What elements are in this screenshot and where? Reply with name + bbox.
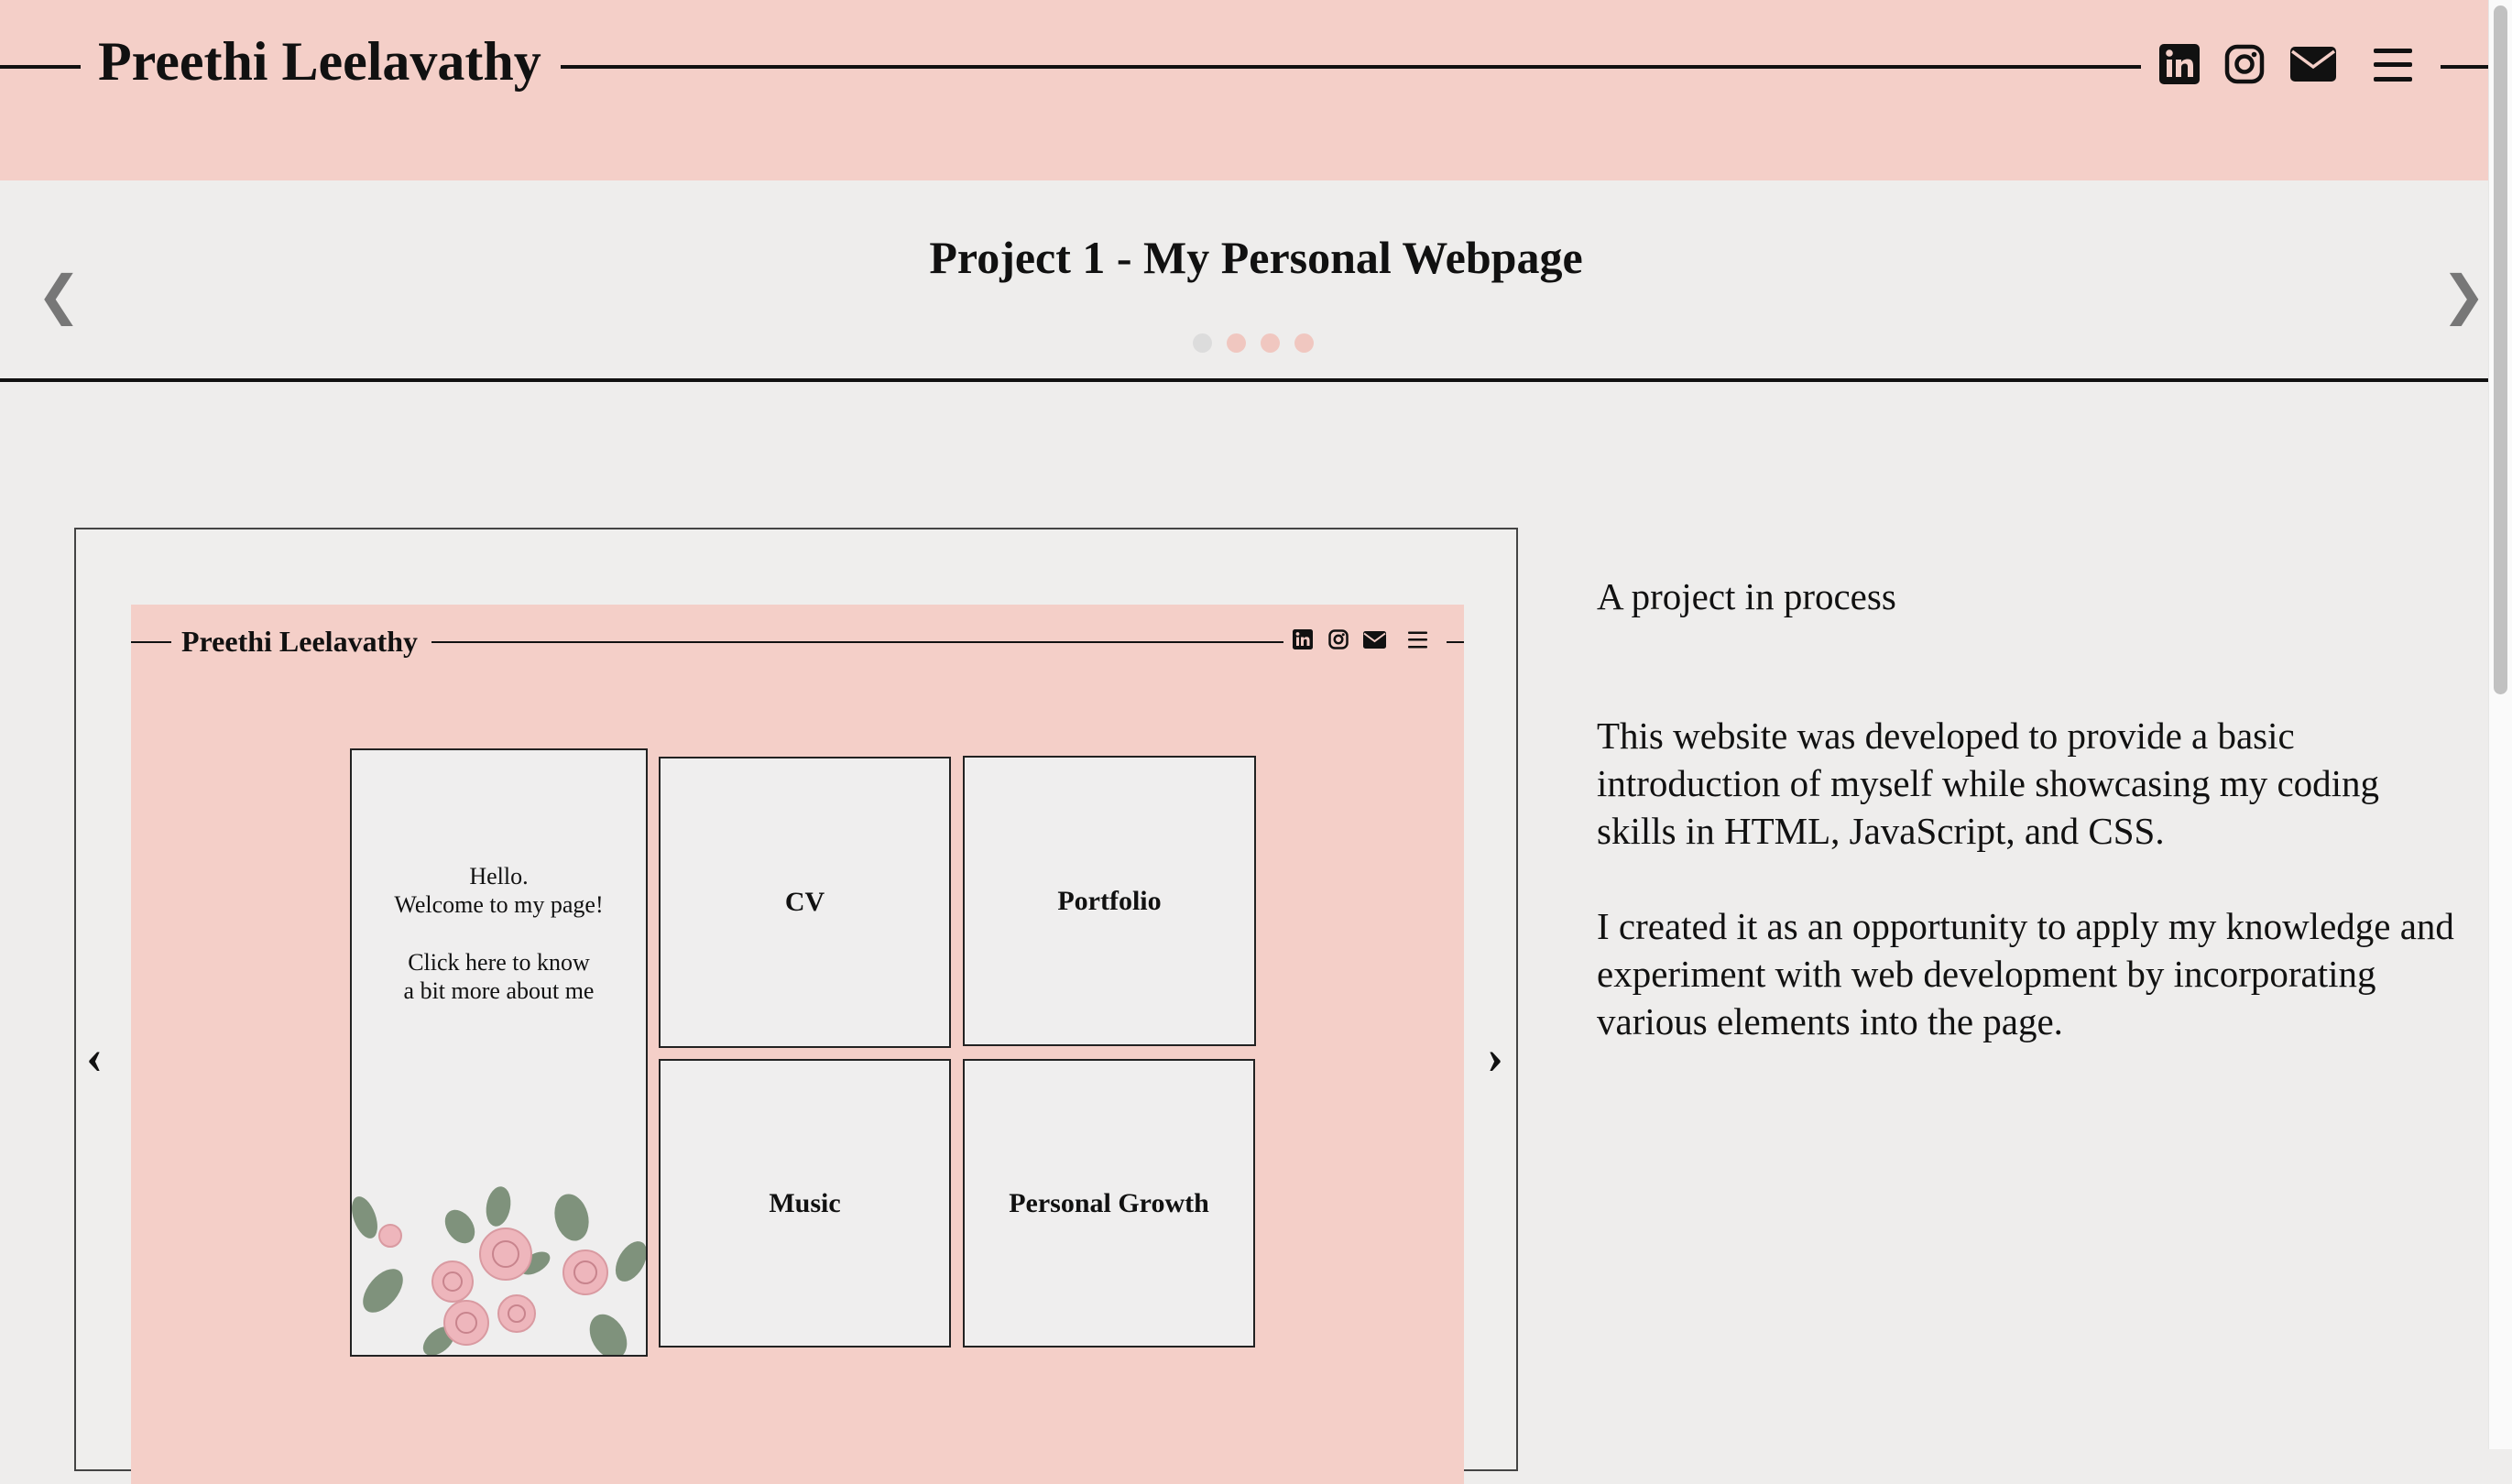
preview-screenshot: Preethi Leelavathy Hello.Welcome to my <box>131 605 1464 1484</box>
slide-dot[interactable] <box>1261 333 1280 353</box>
card-label: CV <box>784 887 825 917</box>
hamburger-menu-icon[interactable] <box>2374 46 2412 84</box>
preview-mail-icon <box>1363 631 1386 649</box>
welcome-line: Welcome to my page! <box>394 891 604 918</box>
linkedin-icon[interactable] <box>2159 44 2200 84</box>
slide-dot[interactable] <box>1294 333 1314 353</box>
preview-linkedin-icon <box>1293 629 1313 649</box>
welcome-line: Click here to know <box>408 949 590 976</box>
vertical-scrollbar[interactable] <box>2488 0 2512 1449</box>
site-title[interactable]: Preethi Leelavathy <box>98 30 541 93</box>
preview-header-rule <box>1447 641 1464 643</box>
preview-next-button[interactable]: › <box>1487 1031 1503 1081</box>
instagram-icon[interactable] <box>2224 44 2265 84</box>
project-title: Project 1 - My Personal Webpage <box>929 232 1583 283</box>
preview-header-rule <box>431 641 1283 643</box>
welcome-line: Hello. <box>469 863 529 889</box>
flower-illustration <box>352 1186 646 1355</box>
preview-instagram-icon <box>1328 629 1349 649</box>
project-preview-frame: ‹ › Preethi Leelavathy Hello. Welcome to… <box>74 528 1518 1484</box>
card-label: Personal Growth <box>1009 1187 1209 1218</box>
slide-indicator <box>1193 333 1314 353</box>
description-paragraph: I created it as an opportunity to apply … <box>1597 905 2454 1042</box>
scrollbar-thumb[interactable] <box>2494 5 2507 694</box>
slide-dot[interactable] <box>1227 333 1246 353</box>
card-label: Portfolio <box>1057 885 1162 916</box>
preview-card-cv: CV <box>659 757 951 1048</box>
slide-dot[interactable] <box>1193 333 1212 353</box>
project-description: A project in process This website was de… <box>1597 573 2467 1045</box>
card-label: Music <box>769 1187 841 1218</box>
project-status: A project in process <box>1597 575 1896 617</box>
preview-site-title: Preethi Leelavathy <box>181 625 419 658</box>
preview-header-rule <box>131 641 171 643</box>
preview-menu-icon <box>1408 631 1427 649</box>
header-rule-middle <box>561 65 2141 69</box>
preview-prev-button[interactable]: ‹ <box>86 1031 103 1081</box>
welcome-line: a bit more about me <box>403 977 595 1004</box>
mail-icon[interactable] <box>2290 47 2336 82</box>
description-paragraph: This website was developed to provide a … <box>1597 715 2380 852</box>
preview-welcome-card: Hello. Welcome to my page! Click here to … <box>350 748 648 1357</box>
header-rule-left <box>0 65 81 69</box>
preview-card-music: Music <box>659 1059 951 1348</box>
section-divider <box>0 378 2488 382</box>
prev-project-button[interactable]: ❮ <box>37 269 82 322</box>
preview-card-personal-growth: Personal Growth <box>963 1059 1255 1348</box>
site-header: Preethi Leelavathy <box>0 0 2488 180</box>
next-project-button[interactable]: ❯ <box>2441 269 2486 322</box>
header-rule-right <box>2441 65 2488 69</box>
preview-card-portfolio: Portfolio <box>963 756 1256 1046</box>
